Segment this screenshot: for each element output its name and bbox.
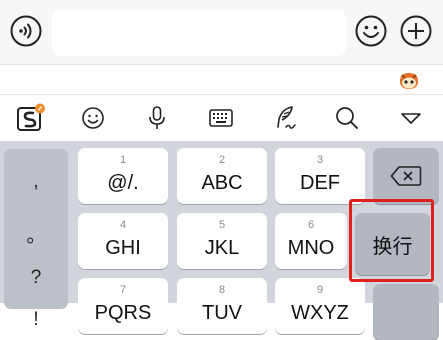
key-label: MNO (287, 237, 335, 259)
voice-input-button[interactable] (140, 101, 174, 135)
symbol-question[interactable]: ? (4, 267, 68, 289)
key-number-hint: 9 (316, 284, 324, 296)
key-label: WXYZ (291, 302, 349, 324)
search-button[interactable] (330, 101, 364, 135)
key-label: @/. (107, 172, 139, 194)
key-number-hint: 1 (119, 154, 127, 166)
keyboard-icon (209, 109, 233, 127)
key-label: JKL (204, 237, 240, 259)
key-label: ABC (201, 172, 243, 194)
key-number-hint: 3 (316, 154, 324, 166)
symbol-column[interactable]: , 。 ? ! (4, 149, 68, 330)
key-number-hint: 8 (218, 284, 226, 296)
key-7[interactable]: 7 PQRS (78, 278, 168, 334)
chat-input-bar (0, 0, 443, 65)
key-2[interactable]: 2 ABC (177, 148, 267, 204)
sogou-logo-icon (17, 103, 45, 131)
key-number-hint: 5 (218, 219, 226, 231)
voice-mode-button[interactable] (10, 15, 42, 47)
key-4[interactable]: 4 GHI (78, 213, 168, 269)
key-5[interactable]: 5 JKL (177, 213, 267, 269)
handwriting-button[interactable] (268, 101, 302, 135)
key-9[interactable]: 9 WXYZ (275, 278, 365, 334)
collapse-keyboard-button[interactable] (394, 101, 428, 135)
key-number-hint: 2 (218, 154, 226, 166)
toolbar-emoji-button[interactable] (76, 101, 110, 135)
microphone-icon (149, 106, 165, 129)
handwriting-icon (277, 106, 296, 129)
emoji-icon (355, 15, 387, 47)
suggestion-strip (0, 65, 443, 95)
more-button[interactable] (400, 15, 432, 47)
symbol-period[interactable]: 。 (4, 221, 68, 248)
key-number-hint: 7 (119, 284, 127, 296)
key-label: PQRS (94, 302, 152, 324)
plus-icon (400, 15, 432, 47)
key-number-hint: 6 (307, 219, 315, 231)
highlight-annotation (349, 199, 434, 282)
sogou-mascot-button[interactable] (398, 72, 420, 90)
message-input[interactable] (52, 10, 346, 56)
sogou-logo-button[interactable] (14, 101, 48, 135)
zero-key[interactable] (373, 284, 439, 340)
key-label: GHI (105, 237, 141, 259)
backspace-icon (390, 166, 422, 186)
key-3[interactable]: 3 DEF (275, 148, 365, 204)
sogou-mascot-icon (400, 73, 418, 89)
key-label: DEF (300, 172, 340, 194)
key-number-hint: 4 (119, 219, 127, 231)
ime-toolbar (0, 95, 443, 141)
keyboard-switch-button[interactable] (204, 101, 238, 135)
key-1[interactable]: 1 @/. (78, 148, 168, 204)
symbol-exclamation[interactable]: ! (4, 309, 68, 331)
voice-mode-icon (10, 15, 42, 47)
key-8[interactable]: 8 TUV (177, 278, 267, 334)
emoji-button[interactable] (355, 15, 387, 47)
delete-key[interactable] (373, 148, 439, 204)
collapse-keyboard-icon (401, 113, 421, 124)
key-label: TUV (202, 302, 242, 324)
symbol-comma[interactable]: , (4, 171, 68, 193)
key-6[interactable]: 6 MNO (275, 213, 347, 269)
emoji-icon (82, 107, 104, 129)
search-icon (336, 107, 358, 129)
